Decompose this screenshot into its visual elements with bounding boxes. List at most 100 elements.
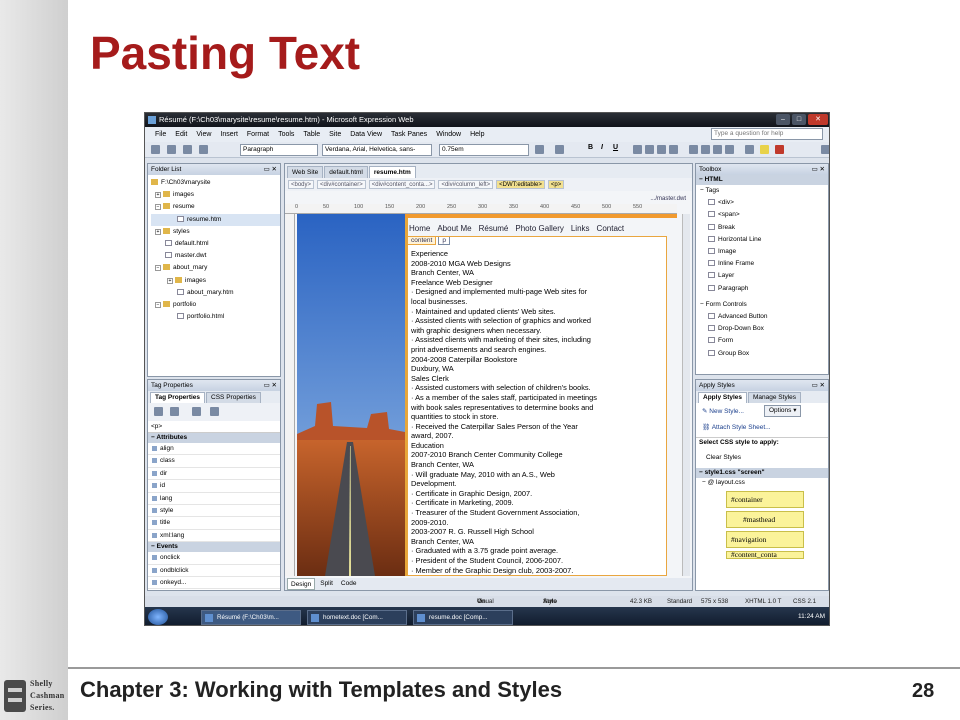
sort-az-icon[interactable] [170, 407, 179, 416]
folder-portfolio[interactable]: − portfolio [151, 299, 280, 311]
file-default-html[interactable]: default.html [151, 238, 280, 250]
menu-window[interactable]: Window [436, 131, 461, 138]
size-select[interactable]: 0.75em [439, 144, 529, 156]
redo-icon[interactable] [555, 145, 564, 154]
help-search-input[interactable]: Type a question for help [711, 128, 823, 140]
menu-help[interactable]: Help [470, 131, 484, 138]
nav-photo-gallery[interactable]: Photo Gallery [515, 224, 563, 233]
justify-icon[interactable] [669, 145, 678, 154]
close-icon[interactable]: ✕ [808, 114, 828, 125]
menu-format[interactable]: Format [247, 131, 269, 138]
tool-break[interactable]: Break [700, 222, 828, 234]
outdent-icon[interactable] [713, 145, 722, 154]
font-color-icon[interactable] [775, 145, 784, 154]
region-label-p[interactable]: p [438, 237, 450, 245]
save-icon[interactable] [183, 145, 192, 154]
tool-div[interactable]: <div> [700, 197, 828, 209]
tab-resume-htm[interactable]: resume.htm [368, 166, 416, 178]
options-button[interactable]: Options ▾ [764, 405, 802, 417]
template-path[interactable]: .../master.dwt [650, 196, 686, 202]
file-master-dwt[interactable]: master.dwt [151, 250, 280, 262]
clear-styles-item[interactable]: Clear Styles [696, 448, 828, 468]
underline-icon[interactable]: U [613, 144, 618, 151]
tool-form[interactable]: Form [700, 335, 828, 347]
task-resume-doc[interactable]: resume.doc [Comp... [413, 610, 513, 625]
align-center-icon[interactable] [645, 145, 654, 154]
crumb-editable[interactable]: <DWT:editable> [496, 180, 545, 189]
nav-about-me[interactable]: About Me [437, 224, 471, 233]
categorize-icon[interactable] [154, 407, 163, 416]
event-onclick[interactable]: onclick [148, 552, 280, 565]
italic-icon[interactable]: I [601, 144, 603, 151]
tags-header[interactable]: − Tags [700, 185, 828, 197]
panel-close-icon[interactable]: ▭ ✕ [812, 380, 825, 391]
crumb-content[interactable]: <div#content_conta...> [368, 180, 436, 189]
style-content-conta[interactable]: #content_conta [726, 551, 804, 559]
tool-group-box[interactable]: Group Box [700, 348, 828, 360]
menu-task-panes[interactable]: Task Panes [391, 131, 427, 138]
crumb-body[interactable]: <body> [288, 180, 315, 189]
style-container[interactable]: #container [726, 491, 804, 508]
folder-root[interactable]: F:\Ch03\marysite [151, 177, 280, 189]
folder-resume[interactable]: − resume [151, 201, 280, 213]
panel-close-icon[interactable]: ▭ ✕ [812, 164, 825, 175]
tab-css-properties[interactable]: CSS Properties [206, 392, 261, 403]
align-right-icon[interactable] [657, 145, 666, 154]
attr-lang[interactable]: lang [148, 493, 280, 506]
attr-title[interactable]: title [148, 517, 280, 530]
align-left-icon[interactable] [633, 145, 642, 154]
style-select[interactable]: Paragraph [240, 144, 318, 156]
attr-class[interactable]: class [148, 455, 280, 468]
tool-image[interactable]: Image [700, 246, 828, 258]
tool-advanced-button[interactable]: Advanced Button [700, 311, 828, 323]
show-set-icon[interactable] [192, 407, 201, 416]
task-resume[interactable]: Résumé (F:\Ch03\m... [201, 610, 301, 625]
attr-xml-lang[interactable]: xml:lang [148, 530, 280, 543]
nav-resume[interactable]: Résumé [479, 224, 509, 233]
view-split[interactable]: Split [317, 578, 336, 590]
tab-tag-properties[interactable]: Tag Properties [150, 392, 206, 403]
highlight-icon[interactable] [760, 145, 769, 154]
bold-icon[interactable]: B [588, 144, 593, 151]
region-label-content[interactable]: content [408, 237, 437, 245]
panel-close-icon[interactable]: ▭ ✕ [264, 380, 277, 391]
style-navigation[interactable]: #navigation [726, 531, 804, 548]
toolbar-options-icon[interactable] [821, 145, 829, 154]
doctype[interactable]: XHTML 1.0 T [745, 596, 781, 607]
maximize-icon[interactable]: □ [792, 114, 806, 125]
attach-style-sheet-link[interactable]: ⛓ Attach Style Sheet... [702, 423, 771, 431]
menu-edit[interactable]: Edit [175, 131, 187, 138]
file-resume-htm[interactable]: resume.htm [151, 213, 280, 226]
panel-close-icon[interactable]: ▭ ✕ [264, 164, 277, 175]
numbering-icon[interactable] [689, 145, 698, 154]
tool-drop-down-box[interactable]: Drop-Down Box [700, 323, 828, 335]
tab-apply-styles[interactable]: Apply Styles [698, 392, 748, 403]
task-hometext[interactable]: hometext.doc [Com... [307, 610, 407, 625]
start-button-icon[interactable] [148, 609, 168, 625]
new-style-link[interactable]: ✎ New Style... [702, 407, 744, 415]
events-header[interactable]: − Events [148, 542, 280, 553]
crumb-column-left[interactable]: <div#column_left> [438, 180, 494, 189]
menu-site[interactable]: Site [329, 131, 341, 138]
style-masthead[interactable]: #masthead [726, 511, 804, 528]
tab-manage-styles[interactable]: Manage Styles [748, 392, 802, 403]
preview-icon[interactable] [199, 145, 208, 154]
menu-insert[interactable]: Insert [220, 131, 238, 138]
file-about-mary-htm[interactable]: about_mary.htm [151, 287, 280, 299]
menu-table[interactable]: Table [303, 131, 320, 138]
tab-web-site[interactable]: Web Site [287, 166, 324, 178]
tool-horizontal-line[interactable]: Horizontal Line [700, 234, 828, 246]
attr-dir[interactable]: dir [148, 468, 280, 481]
folder-styles[interactable]: + styles [151, 226, 280, 238]
html-header[interactable]: − HTML [696, 175, 828, 185]
undo-icon[interactable] [535, 145, 544, 154]
font-select[interactable]: Verdana, Arial, Helvetica, sans- [322, 144, 432, 156]
folder-images[interactable]: + images [151, 189, 280, 201]
page-dimensions[interactable]: 575 x 538 [701, 596, 728, 607]
attr-style[interactable]: style [148, 505, 280, 518]
form-controls-header[interactable]: − Form Controls [700, 299, 828, 311]
tool-inline-frame[interactable]: Inline Frame [700, 258, 828, 270]
indent-icon[interactable] [725, 145, 734, 154]
bullets-icon[interactable] [701, 145, 710, 154]
event-ondblclick[interactable]: ondblclick [148, 565, 280, 578]
